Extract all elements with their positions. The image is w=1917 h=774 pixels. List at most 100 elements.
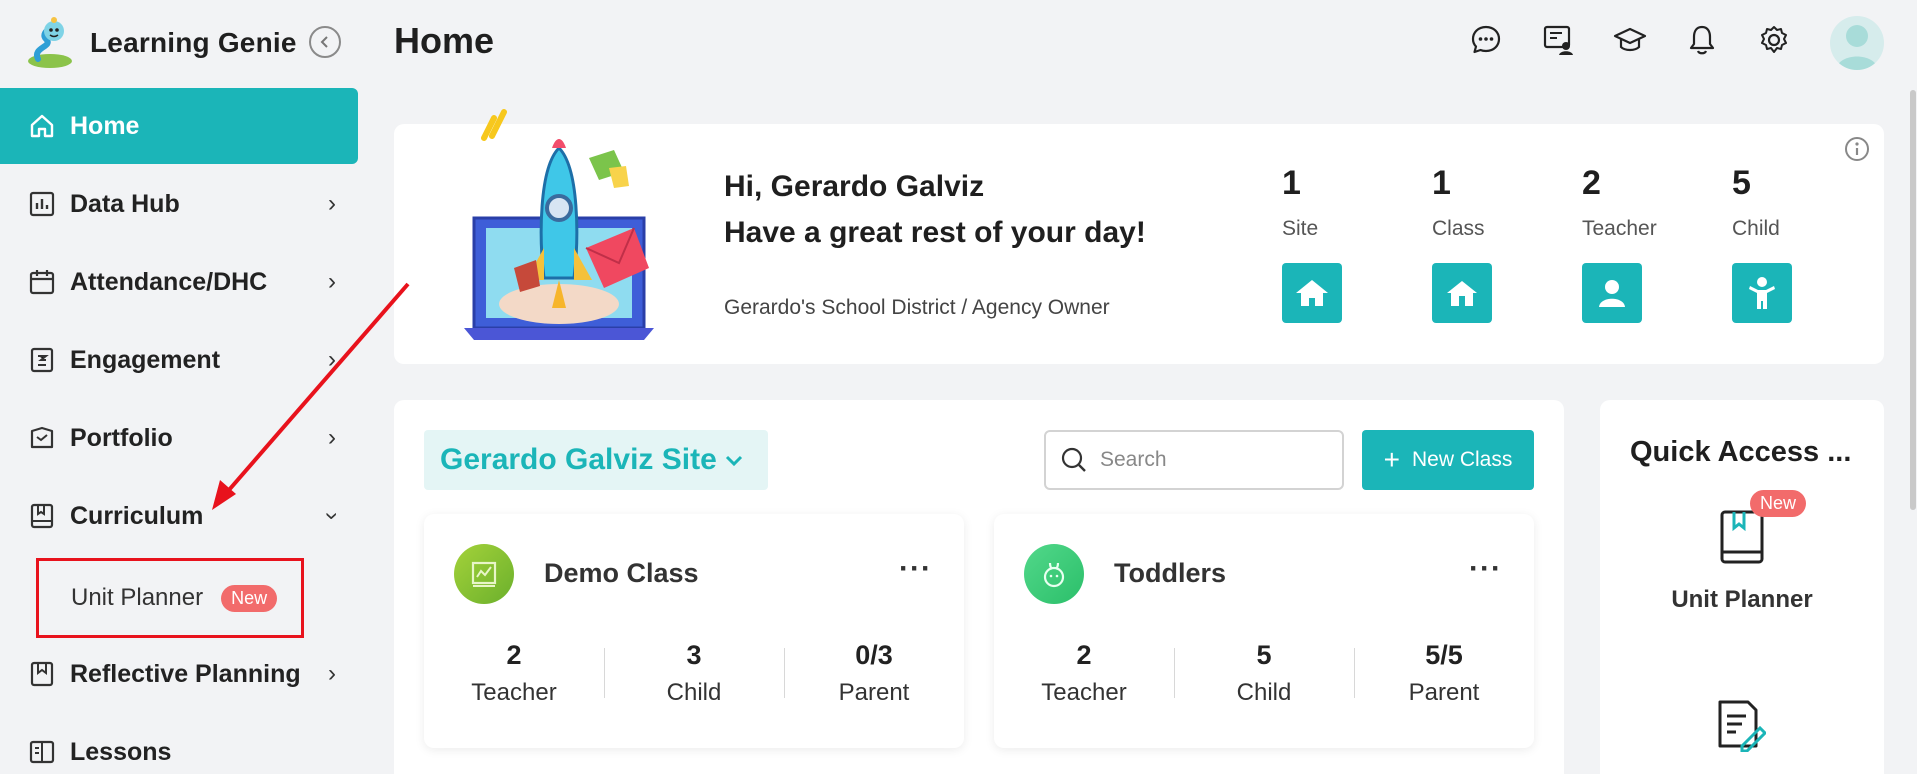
stat-label: Site — [1282, 217, 1319, 240]
chevron-right-icon: › — [328, 424, 336, 451]
calendar-icon — [28, 268, 56, 296]
top-toolbar — [1468, 22, 1792, 58]
class-stats: 2 Teacher 3 Child 0/3 Parent — [424, 640, 964, 707]
class-stat-teacher: 2 Teacher — [424, 640, 604, 707]
sidebar-item-portfolio[interactable]: Portfolio › — [0, 400, 358, 476]
lessons-icon — [28, 738, 56, 766]
quick-access-panel: Quick Access ... New Unit Planner — [1600, 400, 1884, 774]
chevron-down-icon: › — [319, 512, 346, 520]
more-options-icon[interactable]: ··· — [899, 552, 932, 586]
class-avatar-icon — [1024, 544, 1084, 604]
chevron-right-icon: › — [328, 660, 336, 687]
class-stat-child: 5 Child — [1174, 640, 1354, 707]
welcome-message: Have a great rest of your day! — [724, 216, 1146, 249]
class-stat-child: 3 Child — [604, 640, 784, 707]
stat-value: 1 — [1282, 164, 1301, 202]
brand[interactable]: Learning Genie — [24, 16, 297, 70]
sidebar-subitem-label: Unit Planner — [71, 584, 204, 611]
quick-access-notes[interactable] — [1712, 698, 1772, 758]
sidebar: Learning Genie Home Data Hub › Attendanc… — [0, 0, 371, 774]
class-stat-value: 5 — [1256, 640, 1272, 670]
class-stat-teacher: 2 Teacher — [994, 640, 1174, 707]
class-stat-label: Teacher — [1041, 679, 1127, 706]
class-stat-label: Child — [666, 679, 722, 706]
class-stat-label: Child — [1236, 679, 1292, 706]
more-options-icon[interactable]: ··· — [1469, 552, 1502, 586]
search-icon — [1061, 447, 1086, 472]
gear-icon[interactable] — [1756, 22, 1792, 58]
graduation-cap-icon[interactable] — [1612, 22, 1648, 58]
teacher-icon[interactable] — [1582, 263, 1642, 323]
chevron-left-icon — [320, 36, 328, 48]
chat-icon[interactable] — [1468, 22, 1504, 58]
site-dropdown[interactable]: Gerardo Galviz Site — [424, 430, 768, 490]
edit-document-icon — [1718, 700, 1768, 753]
class-stat-label: Teacher — [471, 679, 557, 706]
stat-class: 1 Class — [1432, 164, 1542, 323]
sidebar-item-data-hub[interactable]: Data Hub › — [0, 166, 358, 242]
sidebar-item-label: Attendance/DHC — [70, 267, 268, 296]
class-stat-label: Parent — [1408, 679, 1480, 706]
sidebar-item-label: Data Hub — [70, 189, 180, 218]
info-icon[interactable] — [1844, 136, 1870, 162]
stat-label: Teacher — [1582, 217, 1657, 240]
class-stat-parent: 0/3 Parent — [784, 640, 964, 707]
sidebar-item-curriculum[interactable]: Curriculum › — [0, 478, 358, 554]
stat-site: 1 Site — [1282, 164, 1392, 323]
plus-icon: + — [1383, 444, 1400, 475]
class-card-toddlers[interactable]: Toddlers ··· 2 Teacher 5 Child 5/5 Paren… — [994, 514, 1534, 748]
sidebar-item-label: Engagement — [70, 345, 221, 374]
chevron-right-icon: › — [328, 190, 336, 217]
bookmark-icon — [28, 660, 56, 688]
class-stat-value: 2 — [506, 640, 522, 670]
sidebar-item-home[interactable]: Home — [0, 88, 358, 164]
sidebar-subitem-unit-planner[interactable]: Unit Planner New — [36, 558, 304, 638]
stat-label: Class — [1432, 217, 1485, 240]
organization-text: Gerardo's School District / Agency Owner — [724, 296, 1110, 319]
collapse-sidebar-button[interactable] — [309, 26, 341, 58]
sidebar-item-label: Lessons — [70, 737, 172, 766]
learning-genie-logo — [24, 17, 76, 69]
portfolio-icon — [28, 424, 56, 452]
greeting-text: Hi, Gerardo Galviz — [724, 170, 985, 203]
child-icon[interactable] — [1732, 263, 1792, 323]
new-badge: New — [1750, 490, 1807, 517]
scrollbar-thumb[interactable] — [1910, 90, 1916, 510]
sidebar-item-reflective-planning[interactable]: Reflective Planning › — [0, 636, 358, 712]
user-avatar[interactable] — [1830, 16, 1884, 70]
site-dropdown-value: Gerardo Galviz Site — [440, 443, 717, 476]
stat-value: 5 — [1732, 164, 1751, 202]
class-card-demo-class[interactable]: Demo Class ··· 2 Teacher 3 Child 0/3 Par… — [424, 514, 964, 748]
class-avatar-icon — [454, 544, 514, 604]
chevron-right-icon: › — [328, 346, 336, 373]
sidebar-item-label: Curriculum — [70, 501, 204, 530]
message-board-icon[interactable] — [1540, 22, 1576, 58]
class-stat-parent: 5/5 Parent — [1354, 640, 1534, 707]
stat-teacher: 2 Teacher — [1582, 164, 1692, 323]
class-name: Toddlers — [1114, 558, 1227, 588]
search-input[interactable]: Search — [1044, 430, 1344, 490]
class-stat-value: 0/3 — [855, 640, 893, 670]
site-icon[interactable] — [1282, 263, 1342, 323]
new-class-button[interactable]: + New Class — [1362, 430, 1534, 490]
welcome-card: Hi, Gerardo Galviz Have a great rest of … — [394, 109, 1884, 364]
sidebar-item-attendance[interactable]: Attendance/DHC › — [0, 244, 358, 320]
stat-value: 2 — [1582, 164, 1601, 202]
chevron-down-icon — [725, 447, 743, 473]
class-stat-label: Parent — [838, 679, 910, 706]
chart-icon — [28, 190, 56, 218]
search-placeholder: Search — [1100, 448, 1167, 471]
quick-access-label: Unit Planner — [1671, 586, 1813, 613]
class-stats: 2 Teacher 5 Child 5/5 Parent — [994, 640, 1534, 707]
stat-value: 1 — [1432, 164, 1451, 202]
home-icon — [28, 112, 56, 140]
class-icon[interactable] — [1432, 263, 1492, 323]
stat-child: 5 Child — [1732, 164, 1842, 323]
chevron-right-icon: › — [328, 268, 336, 295]
bell-icon[interactable] — [1684, 22, 1720, 58]
sidebar-item-label: Home — [70, 111, 140, 140]
sidebar-item-engagement[interactable]: Engagement › — [0, 322, 358, 398]
sidebar-item-lessons[interactable]: Lessons — [0, 714, 358, 774]
quick-access-title: Quick Access ... — [1630, 436, 1852, 468]
quick-access-unit-planner[interactable]: New Unit Planner — [1600, 490, 1884, 614]
